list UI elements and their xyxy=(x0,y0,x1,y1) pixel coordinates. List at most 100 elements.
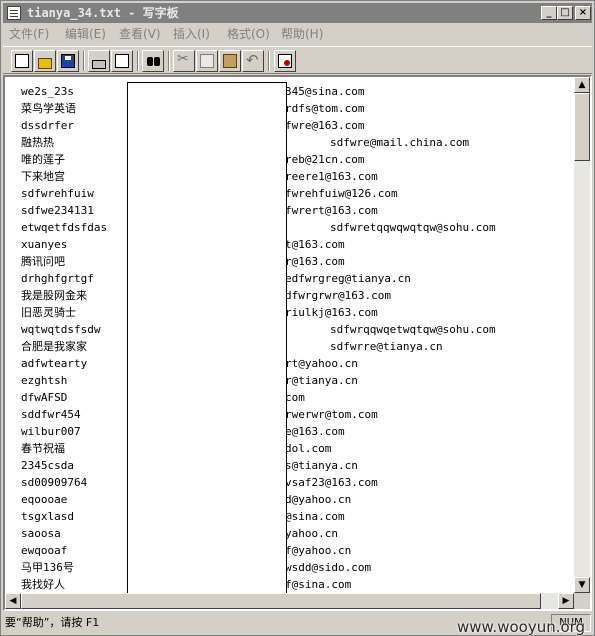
menu-edit[interactable]: 编辑(E) xyxy=(65,26,106,42)
binoculars-icon xyxy=(146,54,160,68)
text-line[interactable]: dfwAFSD com xyxy=(5,389,574,406)
save-icon xyxy=(61,54,75,68)
print-button[interactable] xyxy=(88,50,110,72)
email-text: @sina.com xyxy=(285,510,345,523)
new-document-button[interactable] xyxy=(11,50,33,72)
copy-button[interactable] xyxy=(196,50,218,72)
scroll-up-button[interactable]: ▲ xyxy=(574,77,590,93)
menu-view[interactable]: 查看(V) xyxy=(119,26,161,42)
toolbar-separator xyxy=(268,51,270,71)
email-text: dfwrgrwr@163.com xyxy=(285,289,391,302)
text-line[interactable]: 旧恶灵骑士 riulkj@163.com xyxy=(5,304,574,321)
username-text: 唯的莲子 xyxy=(21,153,65,166)
email-text: riulkj@163.com xyxy=(285,306,378,319)
text-line[interactable]: sddfwr454 rwerwr@tom.com xyxy=(5,406,574,423)
scroll-down-button[interactable]: ▼ xyxy=(574,577,590,593)
username-text: 我是股网金来 xyxy=(21,289,87,302)
username-text: 春节祝福 xyxy=(21,442,65,455)
text-line[interactable]: etwqetfdsfdas sdfwretqqwqwqtqw@sohu.com xyxy=(5,219,574,236)
username-text: 马甲136号 xyxy=(21,561,74,574)
text-line[interactable]: 合肥是我家家 sdfwrre@tianya.cn xyxy=(5,338,574,355)
email-text: d@yahoo.cn xyxy=(285,493,352,506)
text-line[interactable]: tsgxlasd @sina.com xyxy=(5,508,574,525)
undo-button[interactable] xyxy=(242,50,264,72)
datetime-icon xyxy=(278,54,292,68)
text-line[interactable]: 融热热 sdfwre@mail.china.com xyxy=(5,134,574,151)
text-line[interactable]: 我找好人 f@sina.com xyxy=(5,576,574,593)
email-text: vsaf23@163.com xyxy=(285,476,378,489)
menu-format[interactable]: 格式(O) xyxy=(227,26,270,42)
horizontal-scroll-thumb[interactable] xyxy=(21,593,541,609)
menu-file[interactable]: 文件(F) xyxy=(9,26,49,42)
document-text[interactable]: we2s_23s 345@sina.com 菜鸟学英语 rdfs@tom.com dss… xyxy=(5,77,574,593)
save-button[interactable] xyxy=(57,50,79,72)
text-line[interactable]: 我是股网金来 dfwrgrwr@163.com xyxy=(5,287,574,304)
email-text: reb@21cn.com xyxy=(285,153,365,166)
text-line[interactable]: wilbur007 e@163.com xyxy=(5,423,574,440)
horizontal-scrollbar[interactable]: ◀ ▶ xyxy=(5,593,574,609)
scroll-right-button[interactable]: ▶ xyxy=(558,593,574,609)
text-line[interactable]: sdfwrehfuiw fwrehfuiw@126.com xyxy=(5,185,574,202)
username-text: etwqetfdsfdas xyxy=(21,221,108,234)
menu-help[interactable]: 帮助(H) xyxy=(281,26,323,42)
email-text: yahoo.cn xyxy=(285,527,338,540)
email-text: f@sina.com xyxy=(285,578,352,591)
maximize-button[interactable]: □ xyxy=(557,6,573,20)
find-button[interactable] xyxy=(142,50,164,72)
menu-insert[interactable]: 插入(I) xyxy=(173,26,210,42)
text-line[interactable]: sdfwe234131 fwrert@163.com xyxy=(5,202,574,219)
username-text: adfwtearty xyxy=(21,357,88,370)
printer-icon xyxy=(92,59,106,69)
text-line[interactable]: xuanyes t@163.com xyxy=(5,236,574,253)
text-line[interactable]: adfwtearty rt@yahoo.cn xyxy=(5,355,574,372)
toolbar-separator xyxy=(137,51,139,71)
undo-icon xyxy=(246,51,260,69)
username-text: 旧恶灵骑士 xyxy=(21,306,76,319)
username-text: 融热热 xyxy=(21,136,54,149)
text-line[interactable]: 菜鸟学英语 rdfs@tom.com xyxy=(5,100,574,117)
text-line[interactable]: ewqooaf f@yahoo.cn xyxy=(5,542,574,559)
text-line[interactable]: wqtwqtdsfsdw sdfwrqqwqetwqtqw@sohu.com xyxy=(5,321,574,338)
username-text: 腾讯问吧 xyxy=(21,255,65,268)
wordpad-app-icon[interactable] xyxy=(7,6,21,20)
window-title: tianya_34.txt - 写字板 xyxy=(27,6,179,20)
text-line[interactable]: we2s_23s 345@sina.com xyxy=(5,83,574,100)
text-line[interactable]: 2345csda s@tianya.cn xyxy=(5,457,574,474)
menu-bar: 文件(F) 编辑(E) 查看(V) 插入(I) 格式(O) 帮助(H) xyxy=(3,24,592,44)
title-bar[interactable]: tianya_34.txt - 写字板 _ □ × xyxy=(3,3,592,23)
username-text: ezghtsh xyxy=(21,374,68,387)
text-line[interactable]: sd00909764 vsaf23@163.com xyxy=(5,474,574,491)
text-line[interactable]: 马甲136号 wsdd@sido.com xyxy=(5,559,574,576)
text-line[interactable]: saoosa yahoo.cn xyxy=(5,525,574,542)
username-text: 合肥是我家家 xyxy=(21,340,87,353)
text-line[interactable]: eqoooae d@yahoo.cn xyxy=(5,491,574,508)
text-line[interactable]: 唯的莲子 reb@21cn.com xyxy=(5,151,574,168)
email-text: com xyxy=(285,391,305,404)
email-text: rwerwr@tom.com xyxy=(285,408,378,421)
insert-datetime-button[interactable] xyxy=(274,50,296,72)
text-line[interactable]: ezghtsh r@tianya.cn xyxy=(5,372,574,389)
vertical-scrollbar[interactable]: ▲ ▼ xyxy=(574,77,590,593)
wordpad-window: tianya_34.txt - 写字板 _ □ × 文件(F) 编辑(E) 查看… xyxy=(0,0,595,636)
username-text: xuanyes xyxy=(21,238,68,251)
close-button[interactable]: × xyxy=(575,6,591,20)
open-button[interactable] xyxy=(34,50,56,72)
text-line[interactable]: dssdrfer fwre@163.com xyxy=(5,117,574,134)
cut-button[interactable] xyxy=(173,50,195,72)
username-text: wilbur007 xyxy=(21,425,81,438)
text-line[interactable]: 下来地宫 reere1@163.com xyxy=(5,168,574,185)
username-text: 2345csda xyxy=(21,459,74,472)
username-text: dfwAFSD xyxy=(21,391,68,404)
minimize-button[interactable]: _ xyxy=(541,6,557,20)
text-line[interactable]: drhghfgrtgf edfwrgreg@tianya.cn xyxy=(5,270,574,287)
text-line[interactable]: 春节祝福 dol.com xyxy=(5,440,574,457)
scroll-left-button[interactable]: ◀ xyxy=(5,593,21,609)
document-editor[interactable]: we2s_23s 345@sina.com 菜鸟学英语 rdfs@tom.com dss… xyxy=(3,75,592,611)
paste-button[interactable] xyxy=(219,50,241,72)
username-text: 菜鸟学英语 xyxy=(21,102,76,115)
text-line[interactable]: 腾讯问吧 r@163.com xyxy=(5,253,574,270)
email-text: fwrert@163.com xyxy=(285,204,378,217)
email-text: sdfwrqqwqetwqtqw@sohu.com xyxy=(330,323,496,336)
vertical-scroll-thumb[interactable] xyxy=(574,93,590,161)
print-preview-button[interactable] xyxy=(111,50,133,72)
